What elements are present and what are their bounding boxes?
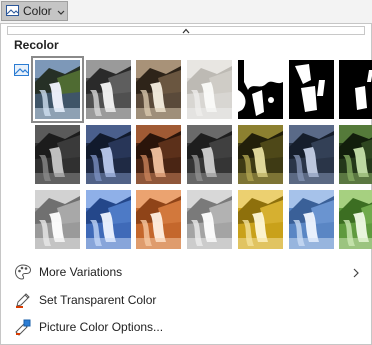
picture-color-options-menu-item[interactable]: Picture Color Options... — [8, 314, 365, 340]
recolor-swatch-light-blue[interactable] — [86, 190, 131, 249]
chevron-down-icon — [57, 5, 65, 19]
recolor-swatch-washout[interactable] — [187, 60, 232, 119]
set-transparent-color-label: Set Transparent Color — [39, 293, 157, 307]
recolor-swatch-black-white-75[interactable] — [339, 60, 372, 119]
recolor-swatch-black-white-25[interactable] — [238, 60, 283, 119]
recolor-swatch-black-white-50[interactable] — [289, 60, 334, 119]
recolor-swatch-light-green[interactable] — [339, 190, 372, 249]
gallery-scroll-up-button[interactable] — [7, 26, 365, 35]
set-transparent-color-menu-item[interactable]: Set Transparent Color — [8, 287, 365, 313]
color-dropdown-button[interactable]: Color — [1, 1, 68, 21]
recolor-swatch-light-orange[interactable] — [136, 190, 181, 249]
color-button-label: Color — [23, 4, 52, 18]
picture-color-options-label: Picture Color Options... — [39, 320, 164, 334]
recolor-swatch-sepia[interactable] — [136, 60, 181, 119]
chevron-right-icon — [353, 265, 359, 283]
recolor-swatch-light-gray-2[interactable] — [187, 190, 232, 249]
recolor-swatch-light-blue-2[interactable] — [289, 190, 334, 249]
picture-icon — [6, 5, 19, 19]
chevron-up-icon — [182, 28, 190, 34]
pen-icon — [14, 291, 32, 314]
recolor-heading: Recolor — [14, 38, 59, 52]
recolor-swatch-original[interactable] — [31, 56, 84, 123]
more-variations-menu-item[interactable]: More Variations — [8, 259, 365, 285]
more-variations-label: More Variations — [39, 265, 123, 279]
recolor-swatch-dark-gold[interactable] — [238, 125, 283, 184]
palette-icon — [14, 263, 32, 286]
picture-icon — [14, 63, 29, 81]
recolor-swatch-dark-gray-2[interactable] — [187, 125, 232, 184]
recolor-swatch-dark-blue-2[interactable] — [289, 125, 334, 184]
recolor-swatch-grayscale[interactable] — [86, 60, 131, 119]
recolor-swatch-light-gold[interactable] — [238, 190, 283, 249]
recolor-swatch-light-gray[interactable] — [35, 190, 80, 249]
recolor-swatch-dark-blue[interactable] — [86, 125, 131, 184]
recolor-swatch-dark-orange[interactable] — [136, 125, 181, 184]
color-options-icon — [14, 318, 32, 341]
ribbon-bar: Color — [0, 0, 372, 24]
recolor-swatch-dark-gray[interactable] — [35, 125, 80, 184]
recolor-swatch-dark-green[interactable] — [339, 125, 372, 184]
